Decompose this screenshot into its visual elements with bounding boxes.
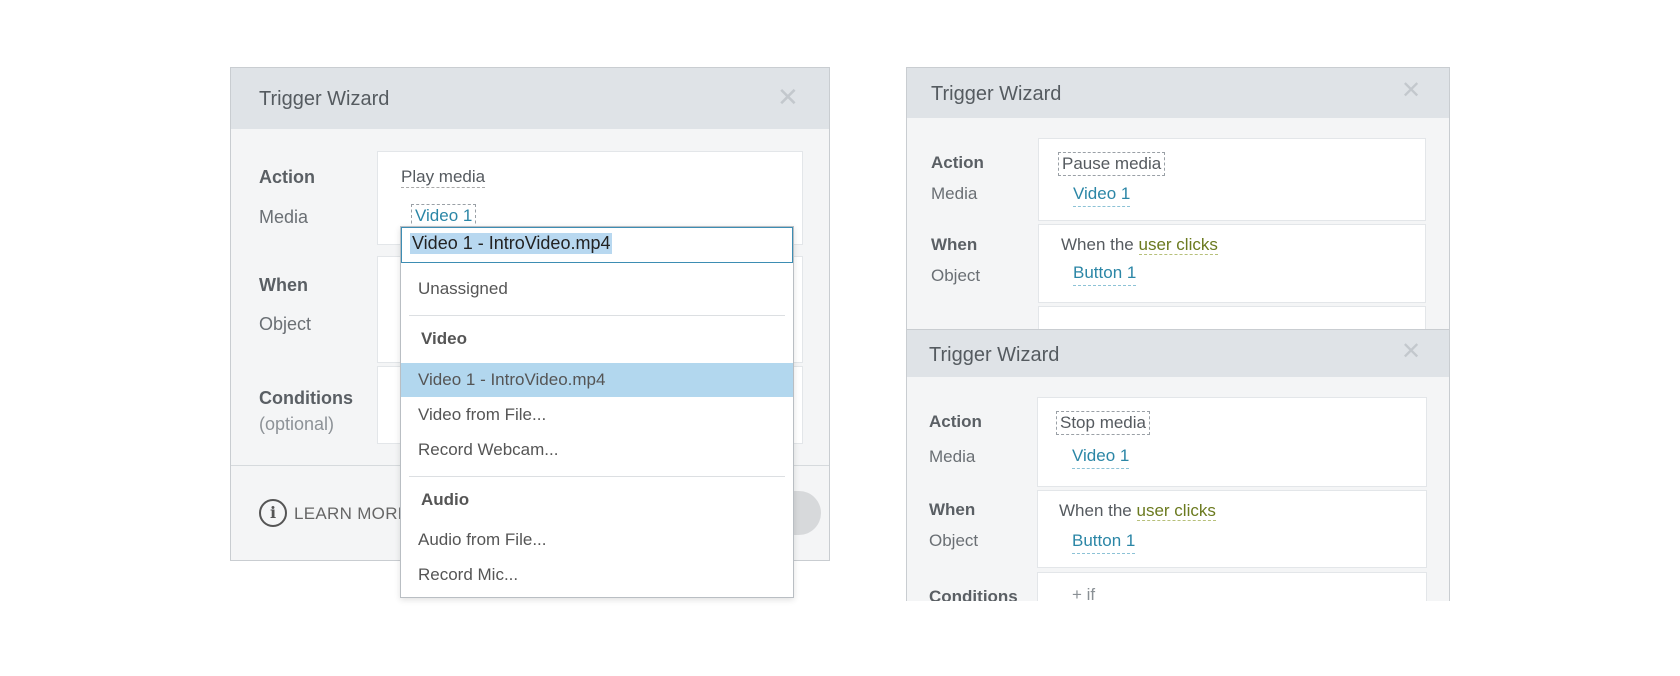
dialog-titlebar: Trigger Wizard ✕	[231, 68, 829, 129]
conditions-label: Conditions	[929, 587, 1018, 601]
event-link[interactable]: user clicks	[1138, 235, 1218, 255]
conditions-box: + if	[1037, 572, 1427, 601]
media-label: Media	[929, 447, 976, 466]
action-value[interactable]: Stop media	[1056, 411, 1150, 435]
conditions-box	[1038, 306, 1426, 330]
dropdown-header-video: Video	[421, 329, 467, 348]
conditions-optional: (optional)	[259, 414, 335, 434]
close-icon[interactable]: ✕	[777, 84, 799, 110]
object-label: Object	[259, 314, 312, 334]
learn-more-link[interactable]: LEARN MORE	[294, 504, 409, 524]
action-label: Action	[259, 167, 315, 187]
action-value[interactable]: Pause media	[1058, 152, 1166, 176]
dialog-title: Trigger Wizard	[259, 88, 390, 110]
media-label: Media	[259, 207, 309, 227]
media-value-link[interactable]: Video 1	[1072, 446, 1130, 469]
when-text: When the user clicks	[1061, 235, 1218, 255]
when-text: When the user clicks	[1059, 501, 1216, 521]
object-label: Object	[929, 531, 979, 550]
dropdown-item-video-1[interactable]: Video 1 - IntroVideo.mp4	[401, 363, 793, 397]
dialog-titlebar: Trigger Wizard ✕	[907, 68, 1449, 118]
trigger-wizard-dialog-stop: Trigger Wizard ✕ Action Media Stop media…	[906, 329, 1450, 601]
trigger-wizard-dialog-pause: Trigger Wizard ✕ Action Media Pause medi…	[906, 67, 1450, 331]
media-input-value: Video 1 - IntroVideo.mp4	[410, 233, 613, 254]
when-box: When the user clicks Button 1	[1037, 490, 1427, 568]
dialog-title: Trigger Wizard	[931, 83, 1062, 105]
add-condition-link[interactable]: + if	[1072, 585, 1095, 601]
dropdown-separator	[409, 476, 785, 477]
action-box: Stop media Video 1	[1037, 397, 1427, 487]
dropdown-item-audio-from-file[interactable]: Audio from File...	[401, 530, 793, 550]
when-label: When	[259, 275, 308, 295]
when-label: When	[931, 235, 978, 254]
when-label: When	[929, 500, 976, 519]
action-label: Action	[929, 412, 982, 431]
dropdown-item-record-webcam[interactable]: Record Webcam...	[401, 440, 793, 460]
dropdown-item-video-from-file[interactable]: Video from File...	[401, 405, 793, 425]
action-label: Action	[931, 153, 984, 172]
media-label: Media	[931, 184, 978, 203]
dropdown-header-audio: Audio	[421, 490, 470, 509]
dialog-titlebar: Trigger Wizard ✕	[907, 330, 1449, 377]
media-dropdown: Video 1 - IntroVideo.mp4 Unassigned Vide…	[400, 226, 794, 598]
media-value-link[interactable]: Video 1	[1073, 184, 1131, 207]
media-search-input[interactable]: Video 1 - IntroVideo.mp4	[401, 227, 793, 263]
dropdown-item-record-mic[interactable]: Record Mic...	[401, 565, 793, 585]
when-box: When the user clicks Button 1	[1038, 224, 1426, 303]
dialog-title: Trigger Wizard	[929, 344, 1060, 366]
info-icon[interactable]: i	[259, 499, 287, 527]
close-icon[interactable]: ✕	[1401, 340, 1421, 364]
conditions-label: Conditions	[259, 388, 353, 408]
dropdown-separator	[409, 315, 785, 316]
action-box: Pause media Video 1	[1038, 138, 1426, 221]
event-link[interactable]: user clicks	[1136, 501, 1216, 521]
object-value-link[interactable]: Button 1	[1072, 531, 1136, 554]
close-icon[interactable]: ✕	[1401, 79, 1421, 103]
dropdown-item-unassigned[interactable]: Unassigned	[401, 279, 793, 299]
object-value-link[interactable]: Button 1	[1073, 263, 1137, 286]
action-value[interactable]: Play media	[401, 167, 486, 188]
object-label: Object	[931, 266, 981, 285]
